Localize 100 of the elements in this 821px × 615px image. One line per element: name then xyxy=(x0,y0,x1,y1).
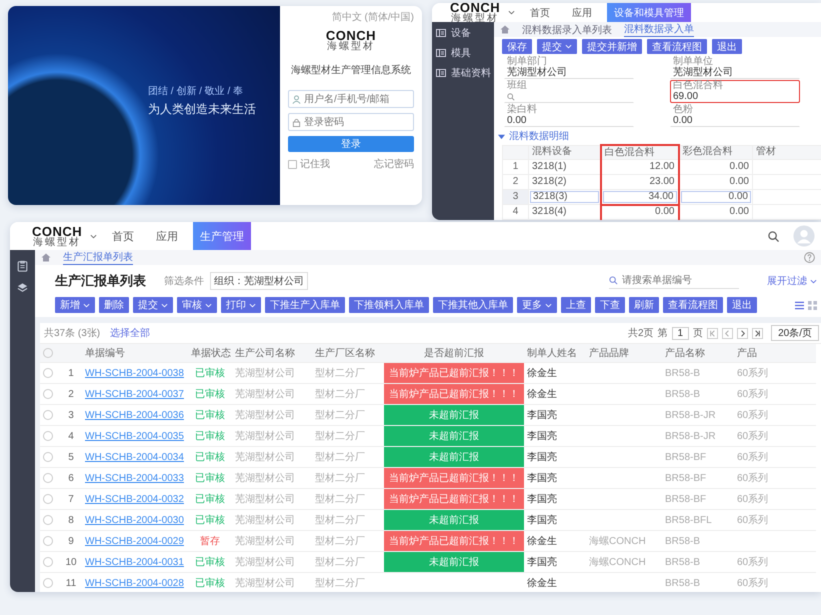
toolbar-button[interactable]: 退出 xyxy=(727,297,757,313)
toolbar-button[interactable]: 刷新 xyxy=(629,297,659,313)
toolbar-button[interactable]: 下推生产入库单 xyxy=(265,297,345,313)
table-cell: 型材二分厂 xyxy=(315,389,365,400)
select-all-checkbox[interactable] xyxy=(43,348,53,358)
toolbar-button[interactable]: 退出 xyxy=(712,39,742,54)
nav-tab[interactable]: 生产管理 xyxy=(193,222,252,250)
page-input[interactable]: 1 xyxy=(672,326,690,340)
status-badge: 当前炉产品已超前汇报！！！ xyxy=(384,530,524,552)
remember-checkbox[interactable] xyxy=(288,160,297,168)
toolbar-button[interactable]: 上查 xyxy=(561,297,591,313)
expand-filter-link[interactable]: 展开过滤 xyxy=(767,274,807,288)
toolbar-button[interactable]: 打印 xyxy=(221,297,261,313)
document-link[interactable]: WH-SCHB-2004-0028 xyxy=(85,578,184,588)
toolbar-button[interactable]: 删除 xyxy=(99,297,129,313)
sidebar-item[interactable]: 模具 xyxy=(432,46,494,60)
clipboard-icon[interactable] xyxy=(17,260,28,272)
table-cell: 12.00 xyxy=(649,161,674,172)
search-icon[interactable] xyxy=(507,92,515,100)
toolbar-button[interactable]: 审核 xyxy=(177,297,217,313)
sidebar-item[interactable]: 设备 xyxy=(432,26,494,40)
user-icon xyxy=(292,94,301,104)
logo-text: CONCH xyxy=(32,224,82,238)
forgot-password-link[interactable]: 忘记密码 xyxy=(374,157,414,171)
document-link[interactable]: WH-SCHB-2004-0032 xyxy=(85,494,184,504)
document-link[interactable]: WH-SCHB-2004-0034 xyxy=(85,452,184,462)
expand-icon[interactable] xyxy=(498,132,505,140)
form-field[interactable]: 班组 xyxy=(504,80,634,103)
table-cell: 23.00 xyxy=(649,176,674,187)
toolbar-button[interactable]: 提交并新增 xyxy=(582,39,642,54)
column-header: 生产厂区名称 xyxy=(315,348,375,359)
nav-tab[interactable]: 应用 xyxy=(565,3,600,22)
toolbar-button[interactable]: 下查 xyxy=(595,297,625,313)
caret-icon[interactable] xyxy=(508,10,516,15)
row-checkbox[interactable] xyxy=(43,556,53,567)
search-icon[interactable] xyxy=(768,230,779,242)
status-badge: 未超前汇报 xyxy=(384,446,524,468)
document-link[interactable]: WH-SCHB-2004-0038 xyxy=(85,368,184,378)
toolbar-button[interactable]: 查看流程图 xyxy=(663,297,723,313)
toolbar-button[interactable]: 提交 xyxy=(133,297,173,313)
row-checkbox[interactable] xyxy=(43,452,53,462)
page-size-select[interactable]: 20条/页 xyxy=(771,325,819,341)
row-checkbox[interactable] xyxy=(43,472,53,483)
last-page-icon[interactable] xyxy=(752,328,764,338)
toolbar-button[interactable]: 保存 xyxy=(502,39,532,54)
home-icon[interactable] xyxy=(41,253,51,262)
search-field[interactable]: 请搜索单据编号 xyxy=(609,274,739,288)
document-link[interactable]: WH-SCHB-2004-0035 xyxy=(85,430,184,442)
row-checkbox[interactable] xyxy=(43,514,53,525)
toolbar-button[interactable]: 更多 xyxy=(517,297,557,313)
nav-tab[interactable]: 应用 xyxy=(149,222,186,250)
first-page-icon[interactable] xyxy=(707,328,718,338)
row-checkbox[interactable] xyxy=(43,536,53,546)
row-checkbox[interactable] xyxy=(43,430,53,441)
document-link[interactable]: WH-SCHB-2004-0029 xyxy=(85,536,184,546)
row-checkbox[interactable] xyxy=(43,578,53,588)
form-field[interactable]: 染白料 0.00 xyxy=(504,104,634,127)
home-icon[interactable] xyxy=(500,25,510,34)
page-tab[interactable]: 混料数据录入单 xyxy=(624,22,694,37)
nav-tab[interactable]: 首页 xyxy=(523,3,558,22)
page-tab[interactable]: 混料数据录入单列表 xyxy=(522,22,612,37)
table-cell: 型材二分厂 xyxy=(315,410,365,421)
filter-chip[interactable]: 组织：芜湖型材公司 xyxy=(210,272,308,290)
help-icon[interactable] xyxy=(804,252,815,263)
password-field[interactable]: 登录密码 xyxy=(288,113,414,131)
row-checkbox[interactable] xyxy=(43,388,53,399)
user-avatar[interactable] xyxy=(793,225,815,247)
document-link[interactable]: WH-SCHB-2004-0037 xyxy=(85,388,184,400)
document-link[interactable]: WH-SCHB-2004-0036 xyxy=(85,410,184,420)
toolbar-button[interactable]: 提交 xyxy=(537,39,577,54)
toolbar-button[interactable]: 查看流程图 xyxy=(647,39,707,54)
nav-tab[interactable]: 首页 xyxy=(105,222,142,250)
row-number: 1 xyxy=(502,160,528,174)
username-field[interactable]: 用户名/手机号/邮箱 xyxy=(288,90,414,108)
row-checkbox[interactable] xyxy=(43,410,53,420)
form-field[interactable]: 白色混合料 69.00 xyxy=(670,80,800,103)
toolbar-button[interactable]: 下推其他入库单 xyxy=(433,297,513,313)
row-number: 2 xyxy=(68,388,74,400)
list-view-icon[interactable] xyxy=(795,300,804,310)
select-all-link[interactable]: 选择全部 xyxy=(110,326,150,340)
form-field[interactable]: 色粉 0.00 xyxy=(670,104,800,127)
layers-icon[interactable] xyxy=(17,282,28,294)
toolbar-button[interactable]: 新增 xyxy=(55,297,95,313)
caret-icon[interactable] xyxy=(90,234,98,238)
sidebar-item[interactable]: 基础资料 xyxy=(432,66,494,80)
document-link[interactable]: WH-SCHB-2004-0033 xyxy=(85,472,184,484)
row-checkbox[interactable] xyxy=(43,494,53,504)
grid-view-icon[interactable] xyxy=(808,300,817,310)
document-link[interactable]: WH-SCHB-2004-0030 xyxy=(85,514,184,526)
language-selector[interactable]: 简中文 (简体/中国) xyxy=(332,10,414,24)
row-checkbox[interactable] xyxy=(43,368,53,378)
toolbar-button[interactable]: 下推领料入库单 xyxy=(349,297,429,313)
status-text: 已审核 xyxy=(195,578,225,589)
login-button[interactable]: 登录 xyxy=(288,136,414,152)
nav-tab[interactable]: 设备和模具管理 xyxy=(607,3,692,22)
document-link[interactable]: WH-SCHB-2004-0031 xyxy=(85,556,184,568)
previous-page-icon[interactable] xyxy=(722,328,734,338)
next-page-icon[interactable] xyxy=(737,328,748,338)
form-field[interactable]: 制单部门 芜湖型材公司 xyxy=(504,56,634,79)
form-field[interactable]: 制单单位 芜湖型材公司 xyxy=(670,56,800,79)
